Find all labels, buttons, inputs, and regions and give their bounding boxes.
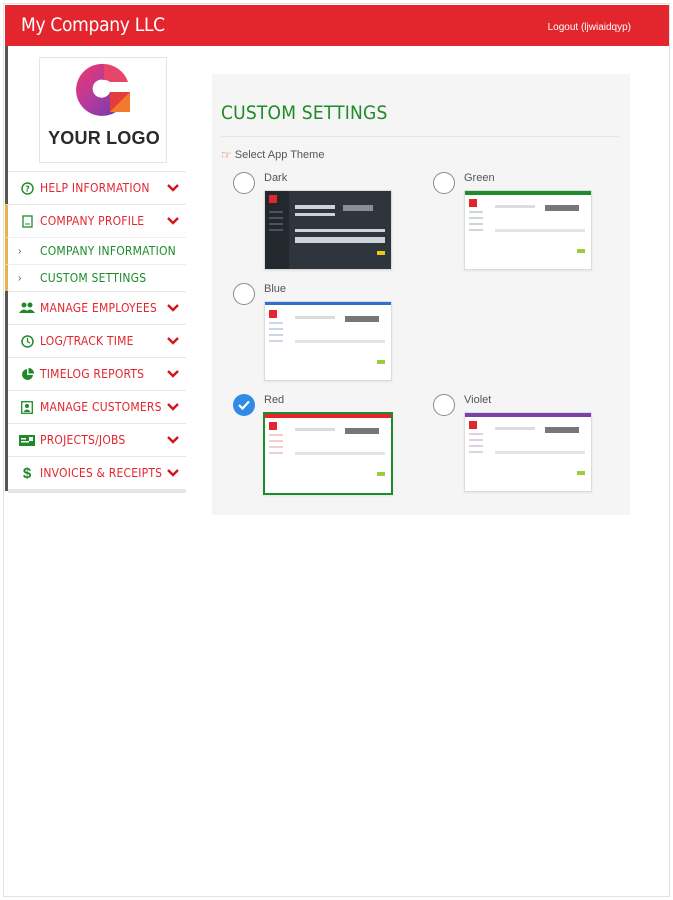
theme-preview-violet[interactable] [464,412,592,492]
sidebar-item-company-profile[interactable]: COMPANY PROFILE [5,204,186,237]
sidebar-item-label: COMPANY PROFILE [40,214,145,228]
sidebar-item-manage-customers[interactable]: MANAGE CUSTOMERS [8,390,186,423]
sidebar-subitem-company-information[interactable]: › COMPANY INFORMATION [5,237,186,264]
sidebar-item-label: HELP INFORMATION [40,181,150,195]
sidebar-item-log-track-time[interactable]: LOG/TRACK TIME [8,324,186,357]
check-icon [238,400,250,410]
select-theme-label: ☞ Select App Theme [221,148,324,162]
sidebar-subitem-label: COMPANY INFORMATION [40,244,176,258]
theme-radio-blue[interactable] [233,283,255,305]
theme-preview-red[interactable] [263,412,393,495]
custom-settings-panel: CUSTOM SETTINGS ☞ Select App Theme Dark [212,74,630,515]
page-title: CUSTOM SETTINGS [221,102,388,124]
hand-pointer-icon: ☞ [221,148,232,162]
theme-name-blue: Blue [264,283,287,295]
theme-radio-violet[interactable] [433,394,455,416]
theme-radio-red[interactable] [233,394,255,416]
chevron-down-icon [164,370,182,378]
company-name: My Company LLC [21,14,165,36]
chevron-right-icon: › [18,272,22,284]
sidebar-subitem-custom-settings[interactable]: › CUSTOM SETTINGS [5,264,186,291]
theme-preview-green[interactable] [464,190,592,270]
document-icon [16,214,38,228]
id-card-icon [16,434,38,446]
sidebar-item-invoices-receipts[interactable]: $ INVOICES & RECEIPTS [8,456,186,489]
select-theme-text: Select App Theme [234,149,325,161]
sidebar-bottom-divider [8,489,186,493]
sidebar-item-manage-employees[interactable]: MANAGE EMPLOYEES [8,291,186,324]
sidebar-item-label: TIMELOG REPORTS [40,367,145,381]
top-bar: My Company LLC Logout (ljwiaidqyp) [5,5,669,46]
company-logo: YOUR LOGO [39,57,167,163]
sidebar-item-projects-jobs[interactable]: PROJECTS/JOBS [8,423,186,456]
sidebar-item-label: MANAGE CUSTOMERS [40,400,162,414]
contact-card-icon [16,400,38,414]
sidebar-item-label: INVOICES & RECEIPTS [40,466,163,480]
logout-link[interactable]: Logout (ljwiaidqyp) [548,22,631,33]
chevron-down-icon [164,436,182,444]
sidebar-item-timelog-reports[interactable]: TIMELOG REPORTS [8,357,186,390]
theme-name-red: Red [264,394,285,406]
theme-radio-green[interactable] [433,172,455,194]
chevron-down-icon [164,184,182,192]
svg-text:?: ? [25,184,30,193]
sidebar-nav: ? HELP INFORMATION COMPANY PROFILE › COM… [5,171,186,493]
chevron-down-icon [164,304,182,312]
theme-preview-blue[interactable] [264,301,392,381]
sidebar-item-label: LOG/TRACK TIME [40,334,134,348]
clock-icon [16,334,38,348]
logo-text: YOUR LOGO [48,128,160,148]
sidebar: YOUR LOGO ? HELP INFORMATION COMPANY PRO… [5,46,186,493]
chevron-down-icon [164,403,182,411]
chevron-down-icon [164,337,182,345]
theme-name-violet: Violet [464,394,492,406]
theme-preview-dark[interactable] [264,190,392,270]
sidebar-item-label: MANAGE EMPLOYEES [40,301,157,315]
theme-name-dark: Dark [264,172,288,184]
users-icon [16,302,38,314]
theme-name-green: Green [464,172,495,184]
theme-radio-dark[interactable] [233,172,255,194]
question-circle-icon: ? [16,181,38,195]
chevron-down-icon [164,469,182,477]
logo-mark-icon [76,63,130,116]
title-divider [221,136,619,137]
sidebar-subitem-label: CUSTOM SETTINGS [40,271,147,285]
pie-chart-icon [16,367,38,381]
sidebar-item-label: PROJECTS/JOBS [40,433,126,447]
chevron-down-icon [164,217,182,225]
sidebar-item-help-information[interactable]: ? HELP INFORMATION [8,171,186,204]
chevron-right-icon: › [18,245,22,257]
dollar-icon: $ [22,464,32,482]
